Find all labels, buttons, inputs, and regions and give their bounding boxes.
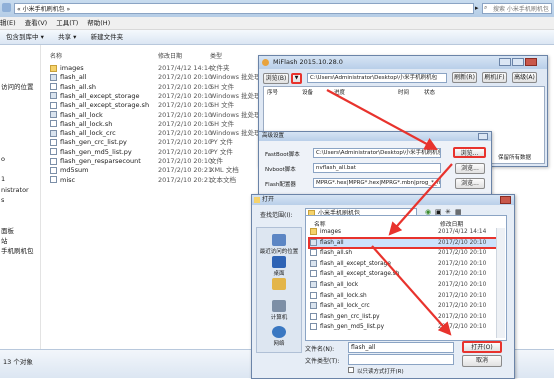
arrow-to-browse	[326, 89, 438, 151]
arrow-to-file-list	[388, 163, 453, 236]
annotation-arrows	[326, 89, 453, 336]
arrow-to-open-button	[371, 245, 452, 336]
